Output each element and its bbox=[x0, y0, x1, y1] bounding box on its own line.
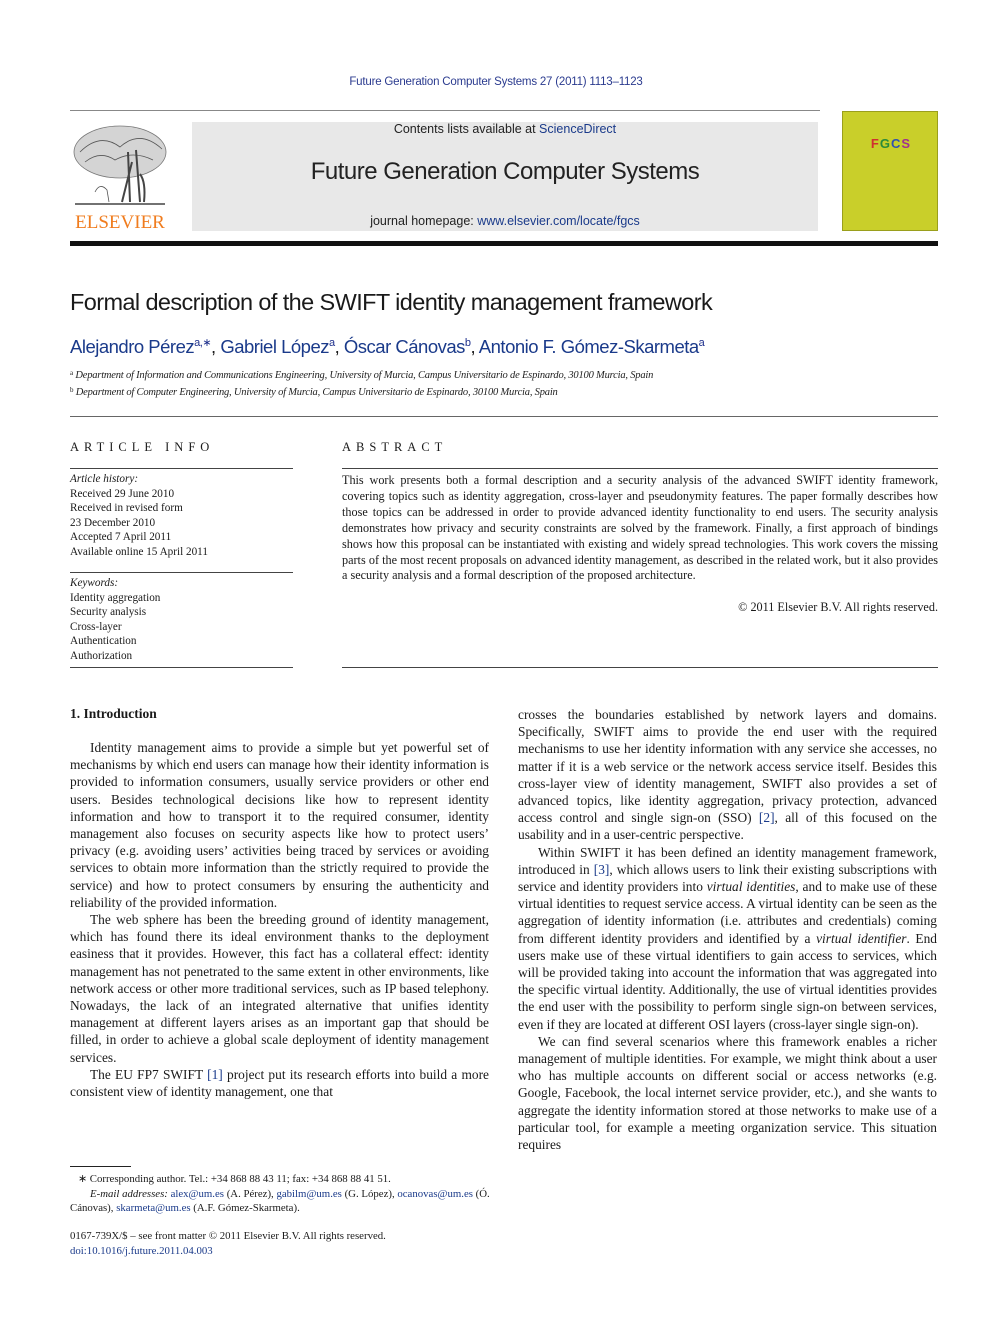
article-history: Article history: Received 29 June 2010 R… bbox=[70, 472, 295, 559]
info-rule bbox=[70, 468, 293, 469]
elsevier-wordmark: ELSEVIER bbox=[75, 212, 165, 233]
citation-ref-1[interactable]: [1] bbox=[207, 1067, 223, 1082]
journal-homepage-link[interactable]: www.elsevier.com/locate/fgcs bbox=[477, 214, 640, 228]
affiliation-text: Department of Computer Engineering, Univ… bbox=[75, 387, 558, 398]
keyword: Identity aggregation bbox=[70, 591, 161, 604]
email-label: E-mail addresses: bbox=[90, 1187, 168, 1200]
journal-name: Future Generation Computer Systems bbox=[310, 158, 700, 185]
header-thick-rule bbox=[70, 241, 938, 246]
front-matter: 0167-739X/$ – see front matter © 2011 El… bbox=[70, 1229, 500, 1259]
email-link[interactable]: ocanovas@um.es bbox=[397, 1188, 473, 1200]
email-link[interactable]: gabilm@um.es bbox=[276, 1188, 341, 1200]
email-owner: (A. Pérez), bbox=[224, 1187, 277, 1200]
doi-link[interactable]: doi:10.1016/j.future.2011.04.003 bbox=[70, 1244, 500, 1259]
affiliation-a: a Department of Information and Communic… bbox=[70, 369, 653, 381]
keyword: Authorization bbox=[70, 649, 133, 662]
affiliation-mark: b bbox=[70, 386, 74, 394]
paragraph: Within SWIFT it has been defined an iden… bbox=[518, 844, 937, 1033]
history-label: Article history: bbox=[70, 473, 139, 485]
paragraph: crosses the boundaries established by ne… bbox=[518, 706, 937, 844]
emphasis: virtual identities bbox=[706, 879, 796, 895]
section-rule bbox=[70, 416, 938, 417]
email-owner: (A.F. Gómez-Skarmeta). bbox=[190, 1202, 300, 1214]
body-column-left: Identity management aims to provide a si… bbox=[70, 739, 489, 1100]
article-title: Formal description of the SWIFT identity… bbox=[70, 289, 713, 315]
journal-banner: Contents lists available at ScienceDirec… bbox=[192, 122, 818, 231]
history-item: Available online 15 April 2011 bbox=[70, 545, 208, 558]
text-run: crosses the boundaries established by ne… bbox=[518, 707, 937, 826]
history-item: Received 29 June 2010 bbox=[70, 487, 175, 500]
info-rule bbox=[70, 572, 293, 573]
paragraph: Identity management aims to provide a si… bbox=[70, 740, 489, 910]
elsevier-tree-icon bbox=[73, 125, 167, 205]
keyword: Security analysis bbox=[70, 606, 147, 618]
history-item: Received in revised form bbox=[70, 502, 183, 514]
author-affil-mark[interactable]: a,∗ bbox=[194, 337, 211, 349]
footnote-star-mark: ∗ bbox=[78, 1173, 88, 1185]
affiliation-mark: a bbox=[70, 369, 73, 377]
keyword: Authentication bbox=[70, 635, 137, 647]
author-link[interactable]: Óscar Cánovas bbox=[344, 336, 466, 357]
info-rule bbox=[70, 667, 293, 668]
paragraph: The EU FP7 SWIFT [1] project put its res… bbox=[70, 1066, 489, 1100]
email-addresses: E-mail addresses: alex@um.es (A. Pérez),… bbox=[70, 1187, 500, 1216]
abstract-copyright: © 2011 Elsevier B.V. All rights reserved… bbox=[738, 600, 938, 614]
paragraph: We can find several scenarios where this… bbox=[518, 1033, 937, 1153]
author-separator: , bbox=[334, 336, 344, 357]
section-heading-introduction: 1. Introduction bbox=[70, 706, 157, 721]
affiliation-text: Department of Information and Communicat… bbox=[75, 370, 654, 381]
front-matter-text: 0167-739X/$ – see front matter © 2011 El… bbox=[70, 1230, 386, 1242]
sciencedirect-link[interactable]: ScienceDirect bbox=[539, 122, 616, 136]
journal-cover-thumbnail[interactable]: FGCS bbox=[842, 111, 938, 231]
email-link[interactable]: alex@um.es bbox=[171, 1188, 224, 1200]
author-affil-mark[interactable]: a bbox=[699, 337, 705, 349]
author-link[interactable]: Antonio F. Gómez-Skarmeta bbox=[479, 336, 699, 357]
footnotes: ∗ Corresponding author. Tel.: +34 868 88… bbox=[70, 1172, 500, 1216]
abstract-caption: ABSTRACT bbox=[342, 440, 448, 454]
keyword: Cross-layer bbox=[70, 620, 122, 633]
corresponding-author-text: Corresponding author. Tel.: +34 868 88 4… bbox=[89, 1173, 391, 1185]
cover-letter-s: S bbox=[901, 136, 912, 151]
author-separator: , bbox=[211, 336, 221, 357]
abstract-rule bbox=[342, 667, 938, 668]
email-link[interactable]: skarmeta@um.es bbox=[116, 1202, 190, 1214]
cover-letter-f: F bbox=[870, 136, 880, 151]
abstract-text: This work presents both a formal descrip… bbox=[342, 473, 938, 583]
keywords: Keywords: Identity aggregation Security … bbox=[70, 576, 295, 663]
cover-fgcs-label: FGCS bbox=[843, 136, 939, 151]
contents-line: Contents lists available at ScienceDirec… bbox=[192, 122, 818, 136]
email-owner: (G. López), bbox=[341, 1187, 395, 1200]
footnote-rule bbox=[70, 1166, 131, 1167]
article-info-caption: ARTICLE INFO bbox=[70, 440, 215, 454]
contents-prefix: Contents lists available at bbox=[393, 122, 540, 136]
author-link[interactable]: Gabriel López bbox=[220, 336, 329, 357]
header-rule bbox=[70, 110, 820, 111]
paragraph: The web sphere has been the breeding gro… bbox=[70, 912, 489, 1065]
author-list: Alejandro Péreza,∗, Gabriel López a, Ósca… bbox=[70, 336, 705, 358]
author-link[interactable]: Alejandro Pérez bbox=[70, 336, 195, 357]
abstract-rule bbox=[342, 468, 938, 469]
cover-letter-c: C bbox=[891, 136, 902, 151]
history-item: Accepted 7 April 2011 bbox=[70, 531, 172, 543]
text-run: The EU FP7 SWIFT bbox=[90, 1066, 208, 1082]
citation-ref-2[interactable]: [2] bbox=[759, 810, 775, 825]
affiliation-b: b Department of Computer Engineering, Un… bbox=[70, 386, 558, 398]
citation-ref-3[interactable]: [3] bbox=[594, 862, 610, 877]
homepage-prefix: journal homepage: bbox=[370, 214, 478, 228]
cover-letter-g: G bbox=[879, 136, 891, 151]
history-item: 23 December 2010 bbox=[70, 516, 156, 529]
homepage-line: journal homepage: www.elsevier.com/locat… bbox=[192, 214, 818, 228]
body-column-right: crosses the boundaries established by ne… bbox=[518, 706, 937, 1153]
author-separator: , bbox=[470, 336, 479, 357]
corresponding-author-note: ∗ Corresponding author. Tel.: +34 868 88… bbox=[70, 1172, 500, 1187]
keywords-label: Keywords: bbox=[70, 577, 119, 589]
emphasis: virtual identifier bbox=[816, 930, 907, 946]
journal-citation-link[interactable]: Future Generation Computer Systems 27 (2… bbox=[0, 76, 992, 88]
elsevier-logo[interactable]: ELSEVIER bbox=[70, 122, 170, 234]
